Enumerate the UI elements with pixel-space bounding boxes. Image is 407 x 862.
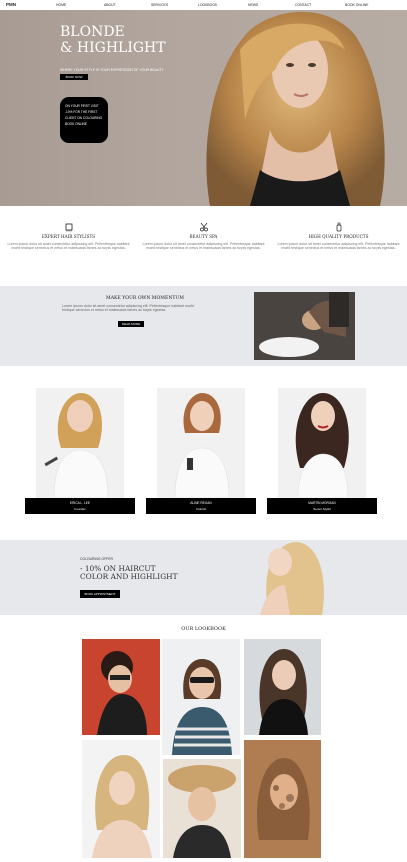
hero-title: BLONDE & HIGHLIGHT (60, 24, 166, 56)
offer-line2: COLOR AND HIGHLIGHT (80, 572, 178, 581)
feature-title: BEAUTY SPA (189, 234, 218, 239)
team-card[interactable]: MARTIN MORGAN Senior Stylist (267, 388, 377, 514)
feature-card: HIGH QUALITY PRODUCTS Lorem ipsum dolor … (276, 222, 401, 251)
team-role: Founder (74, 507, 86, 511)
nav-home[interactable]: HOME (56, 3, 66, 7)
team-section: ERICA L. LEE Founder ALINE REGAN Coloris… (0, 366, 407, 540)
momentum-photo (254, 292, 355, 360)
hero-title-line1: BLONDE (60, 24, 125, 40)
offer-book-appointment-button[interactable]: BOOK APPOINTMENT (80, 590, 120, 598)
team-nameplate: ERICA L. LEE Founder (25, 498, 135, 514)
hero-section: BLONDE & HIGHLIGHT WHERE YOUR STYLE IS Y… (0, 10, 407, 206)
offer-model-photo (250, 540, 330, 615)
hero-subtitle: WHERE YOUR STYLE IS YOUR EXPRESSION OF Y… (60, 68, 164, 72)
team-photo (278, 388, 366, 498)
momentum-section: MAKE YOUR OWN MOMENTUM Lorem ipsum dolor… (0, 286, 407, 366)
comb-icon (65, 223, 72, 232)
hero-model-photo (180, 10, 407, 206)
hero-book-button[interactable]: BOOK NOW (60, 74, 88, 80)
team-nameplate: MARTIN MORGAN Senior Stylist (267, 498, 377, 514)
nav-services[interactable]: SERVICES (151, 3, 168, 7)
nav-book-online[interactable]: BOOK ONLINE (345, 3, 368, 7)
team-role: Senior Stylist (313, 507, 331, 511)
brand-logo[interactable]: PMN (6, 2, 16, 7)
team-card[interactable]: ERICA L. LEE Founder (25, 388, 135, 514)
lookbook-photo[interactable] (163, 759, 241, 858)
nav-about[interactable]: ABOUT (104, 3, 116, 7)
feature-card: EXPERT HAIR STYLISTS Lorem ipsum dolor s… (6, 222, 131, 251)
top-nav: PMN HOME ABOUT SERVICES LOOKBOOK NEWS CO… (0, 0, 407, 10)
team-photo (36, 388, 124, 498)
feature-title: HIGH QUALITY PRODUCTS (308, 234, 369, 239)
lookbook-photo[interactable] (244, 639, 321, 735)
nav-lookbook[interactable]: LOOKBOOK (198, 3, 217, 7)
lookbook-photo[interactable] (82, 639, 160, 735)
feature-card: BEAUTY SPA Lorem ipsum dolor sit amet co… (141, 222, 266, 251)
lookbook-photo[interactable] (244, 740, 321, 858)
hero-promo-badge[interactable]: ON YOUR FIRST VISIT -10% FOR THE FIRST C… (60, 97, 108, 143)
nav-news[interactable]: NEWS (248, 3, 258, 7)
team-role: Colorist (195, 507, 207, 511)
feature-text: Lorem ipsum dolor sit amet consectetur a… (142, 242, 265, 251)
momentum-read-more-button[interactable]: READ MORE (118, 321, 144, 327)
nav-contact[interactable]: CONTACT (295, 3, 311, 7)
offer-eyebrow: COLOURING OFFER (80, 557, 113, 561)
team-nameplate: ALINE REGAN Colorist (146, 498, 256, 514)
team-name: ERICA L. LEE (69, 501, 91, 505)
momentum-title: MAKE YOUR OWN MOMENTUM (105, 296, 184, 301)
lookbook-photo[interactable] (162, 639, 240, 755)
features-section: EXPERT HAIR STYLISTS Lorem ipsum dolor s… (0, 206, 407, 286)
team-name: ALINE REGAN (190, 501, 212, 505)
scissors-icon (199, 222, 208, 232)
team-card[interactable]: ALINE REGAN Colorist (146, 388, 256, 514)
feature-title: EXPERT HAIR STYLISTS (41, 234, 96, 239)
offer-section: COLOURING OFFER - 10% ON HAIRCUT COLOR A… (0, 540, 407, 615)
lookbook-title: OUR LOOKBOOK (181, 626, 226, 632)
hero-title-line2: & HIGHLIGHT (60, 40, 166, 56)
lookbook-photo[interactable] (82, 740, 160, 858)
team-photo (157, 388, 245, 498)
feature-text: Lorem ipsum dolor sit amet consectetur a… (277, 242, 400, 251)
team-name: MARTIN MORGAN (308, 501, 336, 505)
momentum-text: Lorem ipsum dolor sit amet consectetur a… (62, 304, 195, 313)
bottle-icon (336, 222, 341, 232)
promo-line4: BOOK ONLINE (65, 122, 87, 126)
feature-text: Lorem ipsum dolor sit amet consectetur a… (7, 242, 130, 251)
